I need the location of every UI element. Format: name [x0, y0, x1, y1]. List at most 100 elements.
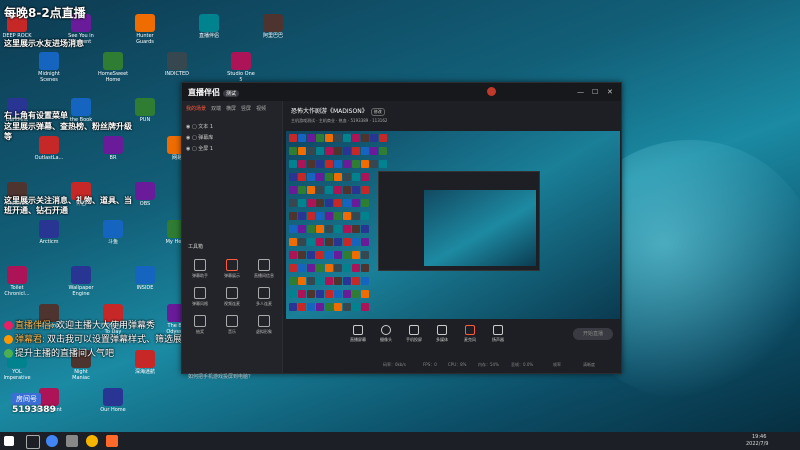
live-companion-taskbar-icon[interactable]: [106, 435, 118, 447]
tool-danmaku-display[interactable]: 弹幕展示: [218, 259, 246, 279]
tab-my-scene[interactable]: 我的场景: [186, 106, 206, 112]
scene-tabs: 我的场景 双端 横屏 竖屏 视频: [186, 105, 271, 112]
preview-desktop-icon: [298, 186, 306, 194]
preview-desktop-icon: [379, 160, 387, 168]
preview-desktop-icon: [307, 251, 315, 259]
preview-desktop-icon: [334, 238, 342, 246]
preview-desktop-icon: [316, 277, 324, 285]
camera-button[interactable]: 摄像头: [371, 325, 401, 343]
modify-button[interactable]: 修改: [370, 108, 385, 116]
tab-dual[interactable]: 双端: [211, 106, 221, 112]
tool-lottery[interactable]: 抽奖: [186, 315, 214, 335]
tool-room-info[interactable]: 直播间信息: [250, 259, 278, 279]
preview-desktop-icon: [289, 251, 297, 259]
app-icon: [103, 388, 123, 406]
preview-desktop-icon: [343, 160, 351, 168]
preview-desktop-icon: [334, 134, 342, 142]
desktop-shortcut[interactable]: HomeSweet Home: [98, 52, 128, 83]
tool-danmaku-assistant[interactable]: 弹幕助手: [186, 259, 214, 279]
preview-desktop-icon: [352, 277, 360, 285]
nested-preview-window: [378, 171, 540, 271]
scene-item[interactable]: ◉ ▢ 弹幕库: [186, 134, 213, 141]
go-live-button[interactable]: 开始直播: [573, 328, 613, 340]
microphone-icon: [465, 325, 475, 335]
desktop-shortcut[interactable]: 斗鱼: [98, 220, 128, 245]
desktop-shortcut[interactable]: 阿里巴巴: [258, 14, 288, 39]
desktop-shortcut-label: 阿里巴巴: [262, 33, 283, 39]
preview-desktop-icon: [352, 251, 360, 259]
preview-desktop-icon: [361, 212, 369, 220]
tab-landscape[interactable]: 横屏: [226, 106, 236, 112]
preview-desktop-icon: [298, 134, 306, 142]
desktop-shortcut[interactable]: OBS: [130, 182, 160, 207]
maximize-icon[interactable]: ☐: [592, 88, 598, 96]
preview-desktop-icon: [307, 173, 315, 181]
preview-desktop-icon: [316, 160, 324, 168]
preview-desktop-icon: [316, 251, 324, 259]
app-icon[interactable]: [66, 435, 78, 447]
preview-desktop-icon: [352, 186, 360, 194]
preview-desktop-icon: [334, 147, 342, 155]
preview-desktop-icon: [316, 225, 324, 233]
screen-capture-button[interactable]: 直播屏幕: [343, 325, 373, 343]
user-avatar[interactable]: [487, 87, 496, 96]
tab-video[interactable]: 视频: [256, 106, 266, 112]
desktop-shortcut[interactable]: 深海迷航: [130, 350, 160, 375]
stream-preview[interactable]: [286, 131, 620, 319]
desktop-shortcut-label: INSIDE: [136, 285, 154, 291]
preview-desktop-icon: [289, 160, 297, 168]
tab-portrait[interactable]: 竖屏: [241, 106, 251, 112]
desktop-shortcut[interactable]: Studio One 5: [226, 52, 256, 83]
preview-desktop-icon: [361, 303, 369, 311]
desktop-shortcut[interactable]: Our Home: [98, 388, 128, 413]
preview-desktop-icon: [298, 199, 306, 207]
preview-desktop-icon: [307, 199, 315, 207]
phone-icon: [409, 325, 419, 335]
desktop-shortcut-label: Night Maniac: [72, 369, 90, 381]
preview-desktop-icon: [334, 277, 342, 285]
windows-start-icon[interactable]: [4, 436, 14, 446]
desktop-shortcut[interactable]: Midnight Scenes: [34, 52, 64, 83]
help-tip-link[interactable]: 如何把手机游戏投屏到电脑？: [188, 373, 253, 380]
tool-video-link[interactable]: 视频连麦: [218, 287, 246, 307]
tool-icon: [226, 287, 238, 299]
preview-desktop-icon: [325, 160, 333, 168]
preview-desktop-icon: [316, 264, 324, 272]
preview-desktop-icon: [289, 173, 297, 181]
app-icon[interactable]: [86, 435, 98, 447]
preview-desktop-icon: [343, 264, 351, 272]
preview-desktop-icon: [343, 277, 351, 285]
scene-item[interactable]: ◉ ▢ 全屏 1: [186, 145, 213, 152]
status-bar: 码率：0kb/s FPS：0 CPU：8% 内存：54% 丢帧：0.0% 帧率 …: [383, 362, 595, 367]
search-icon[interactable]: [26, 435, 40, 449]
desktop-shortcut[interactable]: Arcticm: [34, 220, 64, 245]
app-icon: [231, 52, 251, 70]
minimize-icon[interactable]: —: [577, 88, 584, 96]
desktop-shortcut[interactable]: Wallpaper Engine: [66, 266, 96, 297]
chrome-icon[interactable]: [46, 435, 58, 447]
preview-desktop-icon: [352, 212, 360, 220]
desktop-shortcut[interactable]: INDICTED: [162, 52, 192, 77]
preview-desktop-icon: [298, 225, 306, 233]
scene-item[interactable]: ◉ ▢ 文本 1: [186, 123, 213, 130]
microphone-button[interactable]: 麦克风: [455, 325, 485, 343]
tool-music[interactable]: 音乐: [218, 315, 246, 335]
preview-desktop-icon: [370, 160, 378, 168]
desktop-shortcut[interactable]: INSIDE: [130, 266, 160, 291]
stream-meta: 主机游戏测试 · 主机商业 · 热血 · 5193389 · 113162: [291, 118, 388, 123]
desktop-shortcut[interactable]: PUN: [130, 98, 160, 123]
preview-desktop-icon: [316, 186, 324, 194]
tool-multi-link[interactable]: 多人连麦: [250, 287, 278, 307]
media-button[interactable]: 多媒体: [427, 325, 457, 343]
tool-avatar[interactable]: 虚拟形象: [250, 315, 278, 335]
desktop-shortcut[interactable]: Hunter Guards: [130, 14, 160, 45]
tool-danmaku-style[interactable]: 弹幕风格: [186, 287, 214, 307]
desktop-shortcut[interactable]: the Book: [66, 98, 96, 123]
left-panel: 我的场景 双端 横屏 竖屏 视频 ◉ ▢ 文本 1 ◉ ▢ 弹幕库 ◉ ▢ 全屏 1 工…: [182, 101, 283, 380]
app-icon: [39, 220, 59, 238]
desktop-shortcut[interactable]: 直播伴侣: [194, 14, 224, 39]
phone-cast-button[interactable]: 手机投屏: [399, 325, 429, 343]
speaker-button[interactable]: 扬声器: [483, 325, 513, 343]
desktop-shortcut[interactable]: Toilet Chronicl...: [2, 266, 32, 297]
close-icon[interactable]: ✕: [607, 88, 613, 96]
